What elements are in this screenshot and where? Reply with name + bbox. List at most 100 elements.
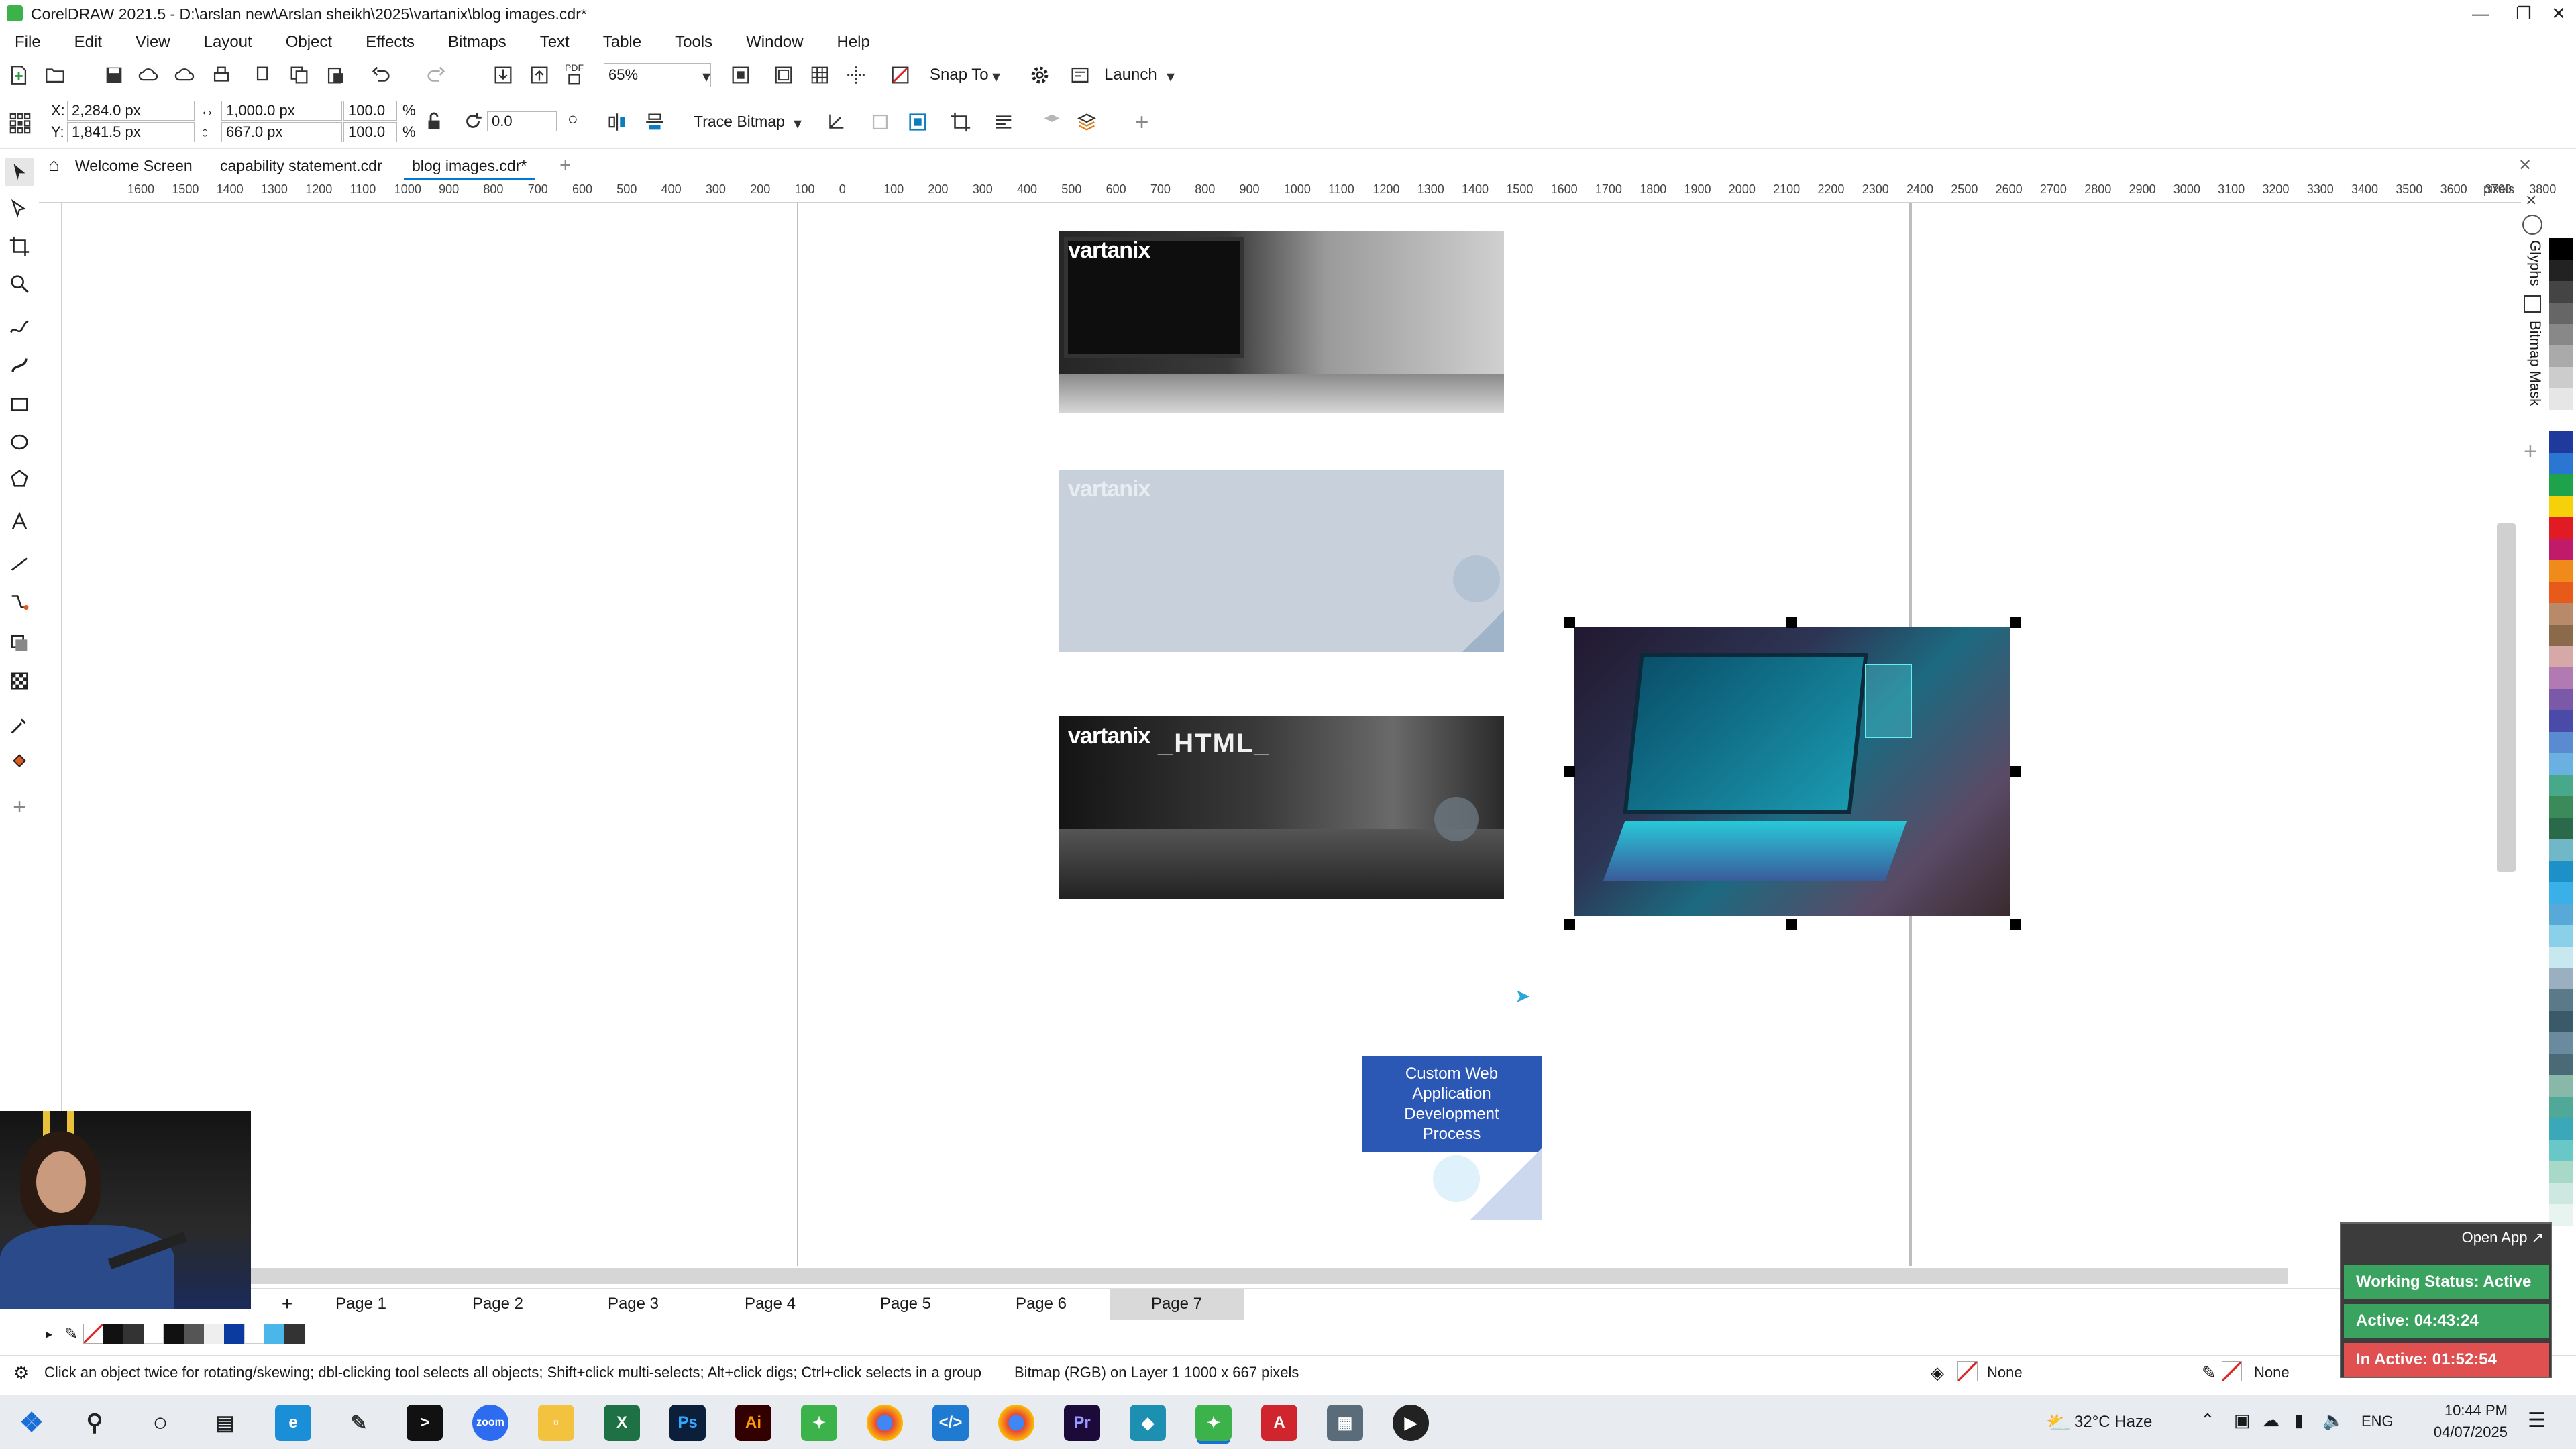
palette-swatch[interactable] (2549, 517, 2573, 539)
palette-swatch[interactable] (2549, 625, 2573, 646)
launch-icon[interactable] (1067, 62, 1093, 89)
options-gear-icon[interactable] (1026, 62, 1053, 89)
page-tab-7[interactable]: Page 7 (1110, 1289, 1244, 1320)
tab-blog-images[interactable]: blog images.cdr* (404, 152, 535, 180)
outline-pen-icon[interactable]: ✎ (2202, 1362, 2216, 1383)
blog-image-html-laptop[interactable]: vartanix _HTML_ (1059, 716, 1504, 899)
palette-swatch[interactable] (2549, 796, 2573, 818)
weather-icon[interactable]: ⛅ (2046, 1411, 2071, 1435)
show-grid-icon[interactable] (806, 62, 833, 89)
palette-swatch[interactable] (2549, 238, 2573, 260)
palette-swatch[interactable] (2549, 689, 2573, 710)
search-icon[interactable]: ⚲ (76, 1405, 113, 1441)
selected-bitmap-laptop-dashboard[interactable] (1574, 627, 2010, 916)
palette-swatch[interactable] (2549, 1032, 2573, 1054)
palette-swatch[interactable] (2549, 410, 2573, 431)
palette-swatch[interactable] (2549, 388, 2573, 410)
custom-web-app-title-box[interactable]: Custom Web Application Development Proce… (1362, 1056, 1542, 1152)
palette-swatch[interactable] (2549, 539, 2573, 560)
swatch-black[interactable] (103, 1324, 123, 1344)
drop-shadow-tool-icon[interactable] (5, 629, 34, 657)
glyphs-docker-tab[interactable]: Glyphs (2520, 240, 2544, 286)
palette-swatch[interactable] (2549, 603, 2573, 625)
show-guidelines-icon[interactable] (843, 62, 869, 89)
home-icon[interactable]: ⌂ (40, 152, 67, 180)
bitmap-mask-docker-tab[interactable]: Bitmap Mask (2520, 321, 2544, 406)
menu-edit[interactable]: Edit (58, 28, 119, 56)
menu-object[interactable]: Object (269, 28, 349, 56)
illustrator-icon[interactable]: Ai (735, 1405, 771, 1441)
menu-view[interactable]: View (119, 28, 187, 56)
height-field[interactable]: 667.0 px (221, 122, 342, 142)
tab-welcome-screen[interactable]: Welcome Screen (67, 152, 201, 180)
scale-width-field[interactable]: 100.0 (343, 101, 397, 121)
palette-swatch[interactable] (2549, 1140, 2573, 1161)
tray-app-icon[interactable]: ▣ (2234, 1410, 2251, 1431)
rotation-angle-field[interactable]: 0.0 (487, 111, 557, 131)
cloud-upload-icon[interactable] (172, 62, 199, 89)
horizontal-scrollbar-thumb[interactable] (94, 1268, 2288, 1284)
swatch-white[interactable] (144, 1324, 164, 1344)
save-icon[interactable] (101, 62, 127, 89)
cloud-download-icon[interactable] (136, 62, 162, 89)
undo-icon[interactable] (368, 62, 394, 89)
palette-swatch[interactable] (2549, 1054, 2573, 1075)
page-tab-2[interactable]: Page 2 (431, 1289, 565, 1320)
menu-help[interactable]: Help (820, 28, 886, 56)
add-icon[interactable]: + (1128, 108, 1155, 136)
snap-off-icon[interactable] (887, 62, 914, 89)
shape-tool-icon[interactable] (5, 195, 34, 223)
zoom-level-field[interactable]: 65% (604, 63, 711, 87)
palette-swatch[interactable] (2549, 1075, 2573, 1097)
page-tab-1[interactable]: Page 1 (294, 1289, 428, 1320)
selection-handle-tc[interactable] (1786, 617, 1797, 628)
text-wrap-icon[interactable] (990, 109, 1017, 136)
palette-swatch[interactable] (2549, 947, 2573, 968)
import-icon[interactable] (490, 62, 517, 89)
page-tab-4[interactable]: Page 4 (703, 1289, 837, 1320)
weather-text[interactable]: 32°C Haze (2074, 1413, 2152, 1432)
drawing-canvas[interactable]: vartanix vartanix vartanix _HTML_ ➤ Cust… (62, 203, 2517, 1266)
page-tab-5[interactable]: Page 5 (839, 1289, 973, 1320)
artistic-media-tool-icon[interactable] (5, 350, 34, 378)
menu-bitmaps[interactable]: Bitmaps (431, 28, 523, 56)
media-player-icon[interactable]: ▶ (1393, 1405, 1429, 1441)
menu-table[interactable]: Table (586, 28, 658, 56)
palette-swatch[interactable] (2549, 1011, 2573, 1032)
vertical-scrollbar-thumb[interactable] (2497, 523, 2516, 872)
rectangle-tool-icon[interactable] (5, 390, 34, 419)
premiere-icon[interactable]: Pr (1064, 1405, 1100, 1441)
palette-swatch[interactable] (2549, 260, 2573, 281)
palette-swatch[interactable] (2549, 453, 2573, 474)
connector-tool-icon[interactable] (5, 588, 34, 616)
swatch-white-2[interactable] (244, 1324, 264, 1344)
palette-swatch[interactable] (2549, 839, 2573, 861)
swatch-charcoal[interactable] (284, 1324, 305, 1344)
zoom-app-icon[interactable]: zoom (472, 1405, 508, 1441)
zoom-dropdown-icon[interactable]: ▾ (698, 63, 715, 90)
export-pdf-icon[interactable]: PDF (561, 60, 588, 87)
status-settings-gear-icon[interactable]: ⚙ (13, 1362, 29, 1383)
task-view-icon[interactable]: ▤ (207, 1405, 243, 1441)
fill-none-swatch[interactable] (1957, 1361, 1978, 1381)
clock-date[interactable]: 04/07/2025 (2423, 1424, 2508, 1441)
mirror-horizontal-icon[interactable] (604, 109, 631, 136)
swatch-dark-gray[interactable] (123, 1324, 144, 1344)
swatch-black-2[interactable] (164, 1324, 184, 1344)
palette-swatch[interactable] (2549, 582, 2573, 603)
export-icon[interactable] (526, 62, 553, 89)
coreldraw-task-icon[interactable]: ✦ (801, 1405, 837, 1441)
swatch-sky-blue[interactable] (264, 1324, 284, 1344)
palette-swatch[interactable] (2549, 1204, 2573, 1226)
redo-icon[interactable] (423, 62, 449, 89)
palette-swatch[interactable] (2549, 474, 2573, 496)
interactive-fill-tool-icon[interactable] (5, 749, 34, 777)
paste-icon[interactable] (322, 62, 349, 89)
glyphs-icon[interactable] (2522, 215, 2542, 235)
palette-swatch[interactable] (2549, 367, 2573, 388)
selection-handle-mr[interactable] (2010, 766, 2021, 777)
menu-effects[interactable]: Effects (349, 28, 431, 56)
palette-swatch[interactable] (2549, 861, 2573, 882)
y-position-field[interactable]: 1,841.5 px (67, 122, 195, 142)
snap-dropdown-icon[interactable]: ▾ (987, 63, 1005, 90)
